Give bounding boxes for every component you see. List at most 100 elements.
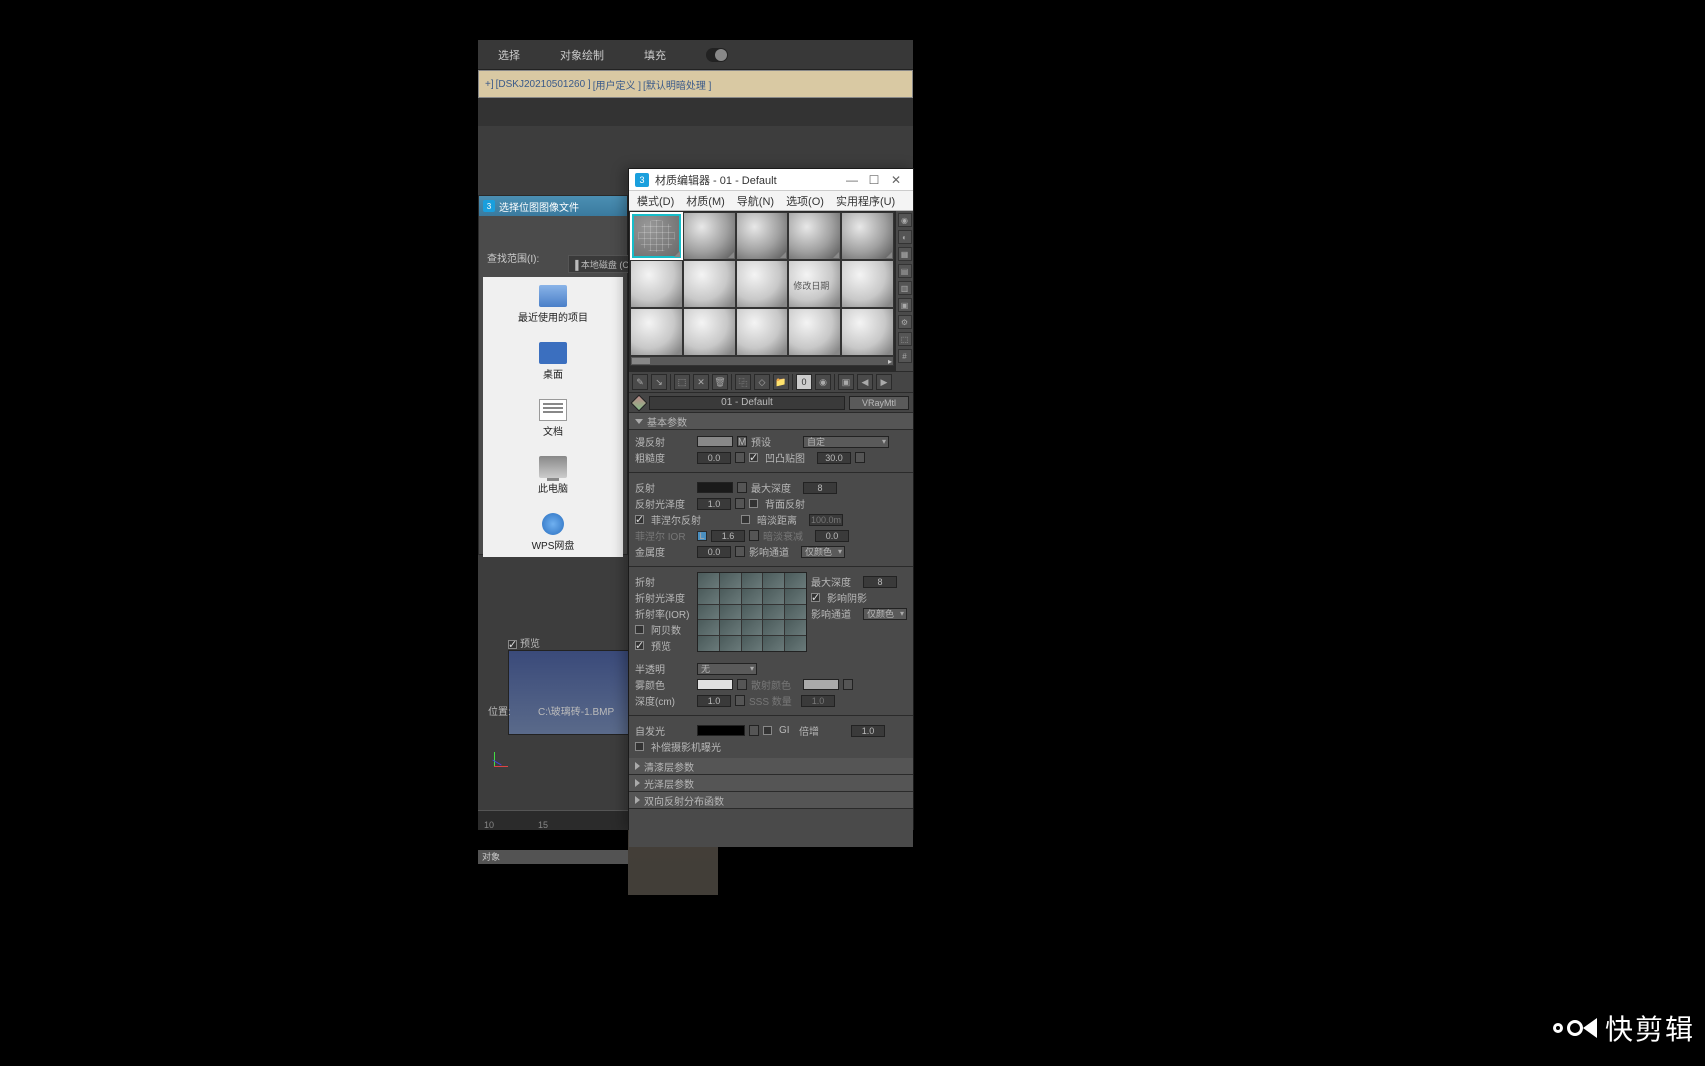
put-to-library-button[interactable]: 📁 bbox=[773, 374, 789, 390]
select-by-mat-button[interactable]: ⬚ bbox=[898, 332, 912, 346]
delete-button[interactable]: 🗑 bbox=[712, 374, 728, 390]
brdf-rollout[interactable]: 双向反射分布函数 bbox=[629, 792, 913, 809]
place-wps[interactable]: WPS网盘 bbox=[532, 513, 575, 552]
backlight-button[interactable]: ◐ bbox=[898, 230, 912, 244]
menu-nav[interactable]: 导航(N) bbox=[737, 193, 774, 209]
sample-slot-10[interactable] bbox=[841, 260, 894, 308]
material-type-button[interactable]: VRayMtl bbox=[849, 396, 909, 410]
sample-slot-3[interactable] bbox=[736, 212, 789, 260]
scatter-color-swatch[interactable] bbox=[803, 679, 839, 690]
get-material-button[interactable]: ✎ bbox=[632, 374, 648, 390]
lock-ior-button[interactable]: L bbox=[697, 531, 707, 541]
sample-slot-4[interactable] bbox=[788, 212, 841, 260]
minimize-button[interactable]: — bbox=[841, 171, 863, 189]
bump-spinner[interactable]: 30.0 bbox=[817, 452, 851, 464]
refr-affect-dropdown[interactable]: 仅颜色 bbox=[863, 608, 907, 620]
fresnel-ior-map-button[interactable] bbox=[749, 530, 759, 541]
pick-material-button[interactable] bbox=[631, 394, 648, 411]
refl-affect-dropdown[interactable]: 仅颜色 bbox=[801, 546, 845, 558]
selfillum-map-button[interactable] bbox=[749, 725, 759, 736]
abbe-checkbox[interactable] bbox=[635, 625, 644, 634]
assign-to-selection-button[interactable]: ⬚ bbox=[674, 374, 690, 390]
fresnel-ior-spinner[interactable]: 1.6 bbox=[711, 530, 745, 542]
sample-slot-8[interactable] bbox=[736, 260, 789, 308]
roughness-spinner[interactable]: 0.0 bbox=[697, 452, 731, 464]
sample-slot-2[interactable] bbox=[683, 212, 736, 260]
sample-slot-14[interactable] bbox=[788, 308, 841, 356]
scatter-map-button[interactable] bbox=[843, 679, 853, 690]
material-id-button[interactable]: # bbox=[898, 349, 912, 363]
refl-gloss-map-button[interactable] bbox=[735, 498, 745, 509]
depth-map-button[interactable] bbox=[735, 695, 745, 706]
place-recent[interactable]: 最近使用的项目 bbox=[518, 285, 588, 324]
maximize-button[interactable]: ☐ bbox=[863, 171, 885, 189]
bump-map-button[interactable] bbox=[855, 452, 865, 463]
refraction-map-preview[interactable] bbox=[697, 572, 807, 652]
selfillum-color-swatch[interactable] bbox=[697, 725, 745, 736]
menu-util[interactable]: 实用程序(U) bbox=[836, 193, 895, 209]
compensate-checkbox[interactable] bbox=[635, 742, 644, 751]
material-id-channel-button[interactable]: 0 bbox=[796, 374, 812, 390]
fresnel-checkbox[interactable] bbox=[635, 515, 644, 524]
depth-spinner[interactable]: 1.0 bbox=[697, 695, 731, 707]
sample-slot-1[interactable] bbox=[630, 212, 683, 260]
fog-color-swatch[interactable] bbox=[697, 679, 733, 690]
metalness-map-button[interactable] bbox=[735, 546, 745, 557]
gi-checkbox[interactable] bbox=[763, 726, 772, 735]
ribbon-toggle[interactable] bbox=[706, 48, 728, 62]
material-name-field[interactable]: 01 - Default bbox=[649, 396, 845, 410]
place-desktop[interactable]: 桌面 bbox=[539, 342, 567, 381]
put-to-scene-button[interactable]: ↘ bbox=[651, 374, 667, 390]
reflection-map-button[interactable] bbox=[737, 482, 747, 493]
reflection-color-swatch[interactable] bbox=[697, 482, 733, 493]
show-end-result-button[interactable]: ▣ bbox=[838, 374, 854, 390]
ribbon-paint[interactable]: 对象绘制 bbox=[560, 47, 604, 63]
refl-gloss-spinner[interactable]: 1.0 bbox=[697, 498, 731, 510]
show-map-button[interactable]: ◉ bbox=[815, 374, 831, 390]
translucency-dropdown[interactable]: 无 bbox=[697, 663, 757, 675]
go-parent-button[interactable]: ◀ bbox=[857, 374, 873, 390]
refr-max-depth-spinner[interactable]: 8 bbox=[863, 576, 897, 588]
dim-dist-spinner[interactable]: 100.0m bbox=[809, 514, 843, 526]
sample-slot-11[interactable] bbox=[630, 308, 683, 356]
make-unique-button[interactable]: ◇ bbox=[754, 374, 770, 390]
uv-tile-button[interactable]: ▤ bbox=[898, 264, 912, 278]
menu-mode[interactable]: 模式(D) bbox=[637, 193, 674, 209]
preview-checkbox[interactable] bbox=[635, 641, 644, 650]
samples-hscroll[interactable]: ▸ bbox=[630, 356, 894, 366]
refl-max-depth-spinner[interactable]: 8 bbox=[803, 482, 837, 494]
metalness-spinner[interactable]: 0.0 bbox=[697, 546, 731, 558]
backside-checkbox[interactable] bbox=[749, 499, 758, 508]
video-check-button[interactable]: ▥ bbox=[898, 281, 912, 295]
sample-slot-12[interactable] bbox=[683, 308, 736, 356]
close-button[interactable]: ✕ bbox=[885, 171, 907, 189]
diffuse-map-button[interactable]: M bbox=[737, 436, 747, 447]
place-pc[interactable]: 此电脑 bbox=[538, 456, 568, 495]
menu-material[interactable]: 材质(M) bbox=[686, 193, 725, 209]
sample-slot-15[interactable] bbox=[841, 308, 894, 356]
menu-options[interactable]: 选项(O) bbox=[786, 193, 824, 209]
make-copy-button[interactable]: ⿻ bbox=[735, 374, 751, 390]
sheen-rollout[interactable]: 光泽层参数 bbox=[629, 775, 913, 792]
sample-slot-13[interactable] bbox=[736, 308, 789, 356]
sample-slot-9[interactable]: 修改日期 bbox=[788, 260, 841, 308]
sample-slot-6[interactable] bbox=[630, 260, 683, 308]
go-forward-button[interactable]: ▶ bbox=[876, 374, 892, 390]
time-ruler[interactable]: 10 15 bbox=[478, 810, 628, 830]
file-dialog-titlebar[interactable]: 3 选择位图图像文件 bbox=[479, 196, 627, 216]
sample-type-button[interactable]: ◉ bbox=[898, 213, 912, 227]
preview-checkbox[interactable]: 预览 bbox=[508, 635, 540, 650]
dim-dist-checkbox[interactable] bbox=[741, 515, 750, 524]
basic-params-rollout[interactable]: 基本参数 bbox=[629, 413, 913, 430]
dim-falloff-spinner[interactable]: 0.0 bbox=[815, 530, 849, 542]
sss-spinner[interactable]: 1.0 bbox=[801, 695, 835, 707]
options-button[interactable]: ⚙ bbox=[898, 315, 912, 329]
mult-spinner[interactable]: 1.0 bbox=[851, 725, 885, 737]
place-docs[interactable]: 文档 bbox=[539, 399, 567, 438]
roughness-map-button[interactable] bbox=[735, 452, 745, 463]
background-button[interactable]: ▦ bbox=[898, 247, 912, 261]
diffuse-color-swatch[interactable] bbox=[697, 436, 733, 447]
sample-slot-7[interactable] bbox=[683, 260, 736, 308]
material-editor-titlebar[interactable]: 3 材质编辑器 - 01 - Default — ☐ ✕ bbox=[629, 169, 913, 191]
reset-map-button[interactable]: ✕ bbox=[693, 374, 709, 390]
